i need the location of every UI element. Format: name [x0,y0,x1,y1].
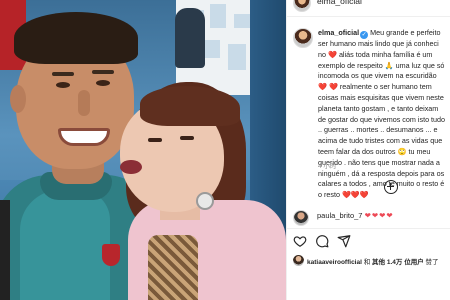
action-bar [293,234,443,250]
woman-lips [120,160,142,174]
caption-text: Meu grande e perfeito ser humano mais li… [318,28,446,200]
post-photo[interactable] [0,0,286,300]
share-icon[interactable] [337,234,351,248]
likes-and: 和 [361,259,373,266]
heart-icon[interactable] [293,234,307,248]
verified-badge-icon: ✓ [360,31,369,39]
likes-text: katiaaveiroofficial 和 其他 1.4万 位用户 赞了 [307,256,439,266]
man-bag-strap [0,200,10,300]
actions-divider [287,228,450,229]
caption-username[interactable]: elma_oficial [318,28,359,37]
caption-timestamp: 4 小时 [318,163,337,170]
photo-background-person [175,8,205,68]
header-avatar[interactable] [293,0,311,12]
caption-block: elma_oficial ✓ Meu grande e perfeito ser … [318,28,446,201]
woman-eye-right [180,136,194,140]
man-brow-right [92,70,114,74]
caption-avatar[interactable] [293,28,313,48]
comment-avatar[interactable] [293,210,309,226]
woman-scarf [148,235,198,300]
woman-bangs [140,86,240,126]
comment-icon[interactable] [315,234,329,248]
woman-eye-left [148,138,162,142]
man-brow-left [52,72,74,76]
man-eye-left [56,82,70,88]
post-side-panel: elma_oficial elma_oficial ✓ Meu grande e … [286,0,450,300]
man-hair [14,12,138,64]
man-smile [58,128,110,146]
header-divider [287,16,450,17]
crest-logo [102,244,120,266]
likes-suffix: 赞了 [423,259,439,266]
likes-count[interactable]: 其他 1.4万 位用户 [372,259,424,266]
man-eye-right [96,80,110,86]
liker-avatar[interactable] [293,255,304,266]
header-username[interactable]: elma_oficial [317,0,362,6]
comment-hearts: ❤❤❤❤ [364,211,394,220]
comment-username[interactable]: paula_brito_7 [317,211,362,220]
liker-username[interactable]: katiaaveiroofficial [307,259,362,266]
load-more-comments-button[interactable] [384,180,398,194]
likes-summary: katiaaveiroofficial 和 其他 1.4万 位用户 赞了 [293,254,450,268]
comment-item: paula_brito_7 ❤❤❤❤ [317,211,394,220]
woman-earring [196,192,214,210]
man-nose [78,90,90,116]
man-ear [10,85,26,113]
man-jacket-highlight [20,190,110,300]
